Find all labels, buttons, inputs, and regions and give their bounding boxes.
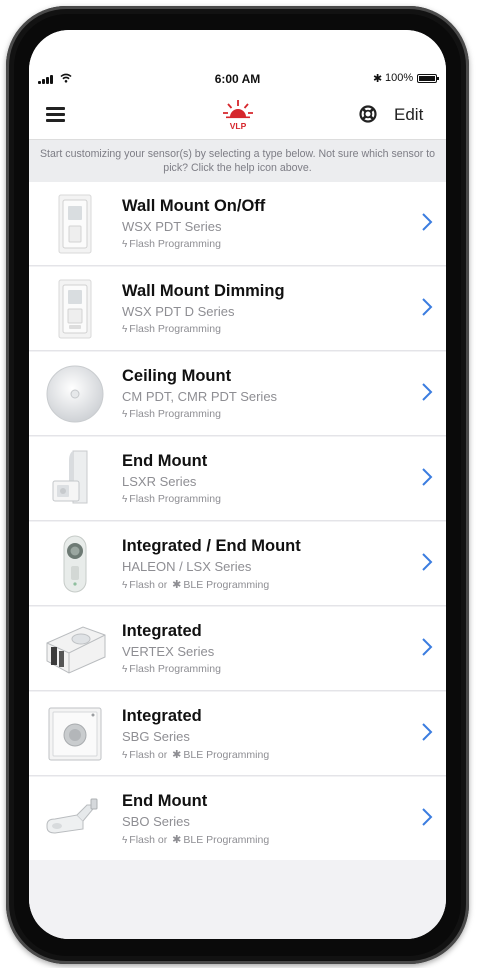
help-lifebuoy-icon[interactable] — [359, 105, 377, 123]
flash-bolt-icon: ϟ — [122, 239, 128, 250]
list-item[interactable]: Ceiling Mount CM PDT, CMR PDT Series ϟ Fl… — [29, 352, 446, 436]
sensor-programming: ϟ Flash or ✱ BLE Programming — [122, 748, 269, 761]
row-divider — [29, 350, 446, 351]
flash-bolt-icon: ϟ — [122, 750, 128, 761]
programming-label: Flash Programming — [129, 408, 221, 420]
row-divider — [29, 690, 446, 691]
status-time: 6:00 AM — [214, 72, 261, 86]
list-item[interactable]: Wall Mount On/Off WSX PDT Series ϟ Flash … — [29, 182, 446, 266]
battery-icon — [417, 74, 439, 83]
empty-footer-area — [29, 866, 446, 939]
row-divider — [29, 605, 446, 606]
flash-bolt-icon: ϟ — [122, 664, 128, 675]
sensor-series: SBO Series — [122, 814, 190, 829]
programming-label: BLE Programming — [183, 834, 270, 846]
vertex-sensor-image — [46, 626, 106, 674]
wall-dimmer-sensor-image — [58, 279, 92, 339]
help-banner: Start customizing your sensor(s) by sele… — [29, 140, 446, 182]
programming-label: BLE Programming — [183, 579, 270, 591]
flash-bolt-icon: ϟ — [122, 835, 128, 846]
chevron-right-icon — [422, 298, 433, 316]
bluetooth-icon: ✱ — [172, 834, 182, 846]
programming-prefix: Flash or — [129, 749, 171, 761]
edit-button[interactable]: Edit — [394, 105, 423, 125]
chevron-right-icon — [422, 383, 433, 401]
programming-prefix: Flash or — [129, 834, 171, 846]
list-item[interactable]: Integrated / End Mount HALEON / LSX Seri… — [29, 522, 446, 606]
sensor-programming: ϟ Flash Programming — [122, 493, 221, 505]
bluetooth-status-icon: ✱ — [373, 73, 383, 85]
sensor-programming: ϟ Flash Programming — [122, 408, 221, 420]
sensor-series: HALEON / LSX Series — [122, 559, 252, 574]
sensor-title: Integrated / End Mount — [122, 537, 301, 555]
sensor-series: WSX PDT Series — [122, 219, 222, 234]
flash-bolt-icon: ϟ — [122, 494, 128, 505]
chevron-right-icon — [422, 638, 433, 656]
sensor-series: VERTEX Series — [122, 644, 215, 659]
ceiling-sensor-image — [46, 365, 104, 423]
sensor-programming: ϟ Flash Programming — [122, 323, 221, 335]
list-item[interactable]: End Mount LSXR Series ϟ Flash Programming — [29, 437, 446, 521]
chevron-right-icon — [422, 213, 433, 231]
chevron-right-icon — [422, 553, 433, 571]
sensor-title: Integrated — [122, 622, 202, 640]
programming-label: Flash Programming — [129, 663, 221, 675]
sensor-title: Integrated — [122, 707, 202, 725]
logo-text: VLP — [230, 121, 247, 131]
chevron-right-icon — [422, 723, 433, 741]
row-divider — [29, 435, 446, 436]
sensor-title: Ceiling Mount — [122, 367, 232, 385]
nav-bar: VLP Edit — [29, 90, 446, 140]
battery-percent: 100% — [385, 72, 414, 84]
haleon-sensor-image — [63, 535, 87, 593]
sensor-series: SBG Series — [122, 729, 190, 744]
wall-switch-sensor-image — [58, 194, 92, 254]
flash-bolt-icon: ϟ — [122, 409, 128, 420]
sensor-programming: ϟ Flash Programming — [122, 238, 221, 250]
status-bar: 6:00 AM ✱ 100% — [29, 30, 446, 90]
sensor-title: End Mount — [122, 452, 208, 470]
sbo-sensor-image — [46, 798, 98, 834]
sensor-series: LSXR Series — [122, 474, 197, 489]
programming-label: Flash Programming — [129, 238, 221, 250]
programming-label: Flash Programming — [129, 493, 221, 505]
row-divider — [29, 265, 446, 266]
chevron-right-icon — [422, 468, 433, 486]
hamburger-menu-icon[interactable] — [46, 107, 65, 122]
programming-prefix: Flash or — [129, 579, 171, 591]
flash-bolt-icon: ϟ — [122, 324, 128, 335]
app-screen: 6:00 AM ✱ 100% VLP Edit Start customizin… — [29, 30, 446, 939]
list-item[interactable]: Wall Mount Dimming WSX PDT D Series ϟ Fla… — [29, 267, 446, 351]
bluetooth-icon: ✱ — [172, 749, 182, 761]
end-mount-sensor-image — [52, 450, 88, 504]
sensor-series: WSX PDT D Series — [122, 304, 235, 319]
row-divider — [29, 775, 446, 776]
flash-bolt-icon: ϟ — [122, 580, 128, 591]
list-item[interactable]: Integrated VERTEX Series ϟ Flash Programm… — [29, 607, 446, 691]
sbg-sensor-image — [48, 707, 102, 761]
sensor-series: CM PDT, CMR PDT Series — [122, 389, 278, 404]
programming-label: BLE Programming — [183, 749, 270, 761]
sensor-programming: ϟ Flash or ✱ BLE Programming — [122, 833, 269, 846]
sensor-title: End Mount — [122, 792, 208, 810]
sensor-title: Wall Mount On/Off — [122, 197, 266, 215]
list-item[interactable]: End Mount SBO Series ϟ Flash or ✱ BLE Prog… — [29, 777, 446, 860]
list-item[interactable]: Integrated SBG Series ϟ Flash or ✱ BLE Pro… — [29, 692, 446, 776]
sensor-programming: ϟ Flash or ✱ BLE Programming — [122, 578, 269, 591]
sensor-title: Wall Mount Dimming — [122, 282, 285, 300]
vlp-logo: VLP — [223, 100, 253, 131]
row-divider — [29, 520, 446, 521]
chevron-right-icon — [422, 808, 433, 826]
sensor-programming: ϟ Flash Programming — [122, 663, 221, 675]
bluetooth-icon: ✱ — [172, 579, 182, 591]
programming-label: Flash Programming — [129, 323, 221, 335]
